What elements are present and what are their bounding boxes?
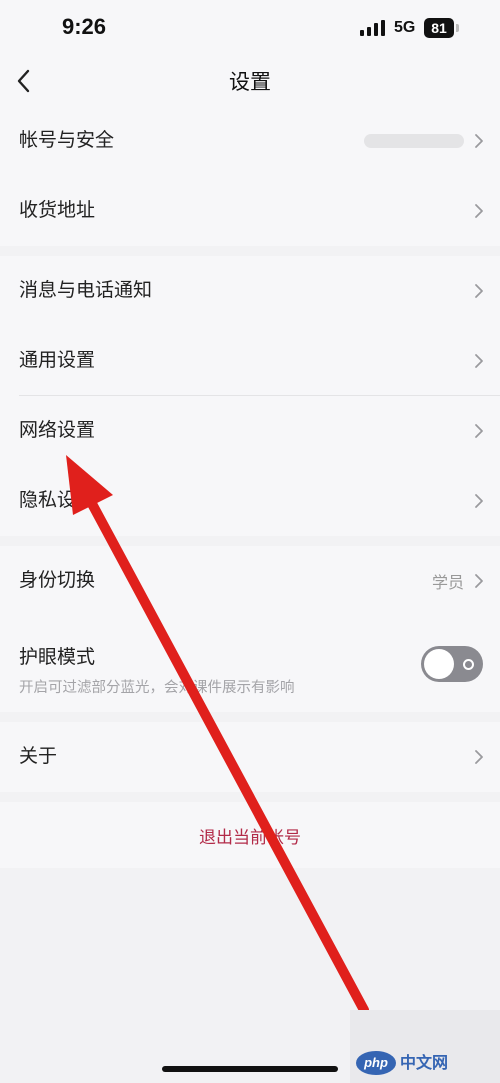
signal-icon [360,20,385,36]
watermark: php 中文网 [350,1010,500,1083]
chevron-right-icon [475,284,483,298]
shipping-address-label: 收货地址 [19,199,96,221]
eye-care-label: 护眼模式 [19,646,96,668]
notifications-label: 消息与电话通知 [19,279,153,301]
watermark-text: 中文网 [400,1053,449,1072]
identity-switch-row[interactable]: 身份切换 学员 [0,546,500,616]
blurred-account-value [364,134,464,148]
battery-tip [456,24,459,32]
logout-button[interactable]: 退出当前帐号 [0,802,500,868]
status-bar: 9:26 5G 81 [0,0,500,58]
page-title: 设置 [229,70,271,94]
general-settings-label: 通用设置 [19,349,96,371]
eye-care-row: 护眼模式 开启可过滤部分蓝光，会对课件展示有影响 [0,616,500,712]
battery-icon: 81 [424,18,454,38]
logout-group: 退出当前帐号 [0,802,500,868]
account-security-label: 帐号与安全 [19,129,115,151]
identity-switch-value: 学员 [431,573,464,592]
network-settings-row[interactable]: 网络设置 [0,396,500,466]
home-indicator [162,1066,338,1072]
toggle-off-indicator-icon [463,659,474,670]
nav-bar: 设置 [0,58,500,106]
eye-care-description: 开启可过滤部分蓝光，会对课件展示有影响 [19,680,295,696]
watermark-logo: php [356,1051,396,1075]
about-label: 关于 [19,745,58,767]
identity-switch-label: 身份切换 [19,569,96,591]
toggle-knob [424,649,454,679]
chevron-right-icon [475,750,483,764]
chevron-right-icon [475,494,483,508]
settings-group-about: 关于 [0,722,500,792]
general-settings-row[interactable]: 通用设置 [0,326,500,396]
status-time: 9:26 [62,14,107,39]
network-type-label: 5G [394,19,416,36]
privacy-settings-label: 隐私设置 [19,489,96,511]
chevron-right-icon [475,354,483,368]
network-settings-label: 网络设置 [19,419,96,441]
chevron-right-icon [475,204,483,218]
chevron-right-icon [475,134,483,148]
notifications-row[interactable]: 消息与电话通知 [0,256,500,326]
settings-group-profile: 身份切换 学员 护眼模式 开启可过滤部分蓝光，会对课件展示有影响 [0,546,500,712]
settings-group-general: 消息与电话通知 通用设置 网络设置 隐私设置 [0,256,500,536]
shipping-address-row[interactable]: 收货地址 [0,176,500,246]
eye-care-toggle[interactable] [421,646,483,682]
chevron-right-icon [475,424,483,438]
settings-group-account: 帐号与安全 收货地址 [0,106,500,246]
privacy-settings-row[interactable]: 隐私设置 [0,466,500,536]
about-row[interactable]: 关于 [0,722,500,792]
chevron-right-icon [475,574,483,588]
account-security-row[interactable]: 帐号与安全 [0,106,500,176]
